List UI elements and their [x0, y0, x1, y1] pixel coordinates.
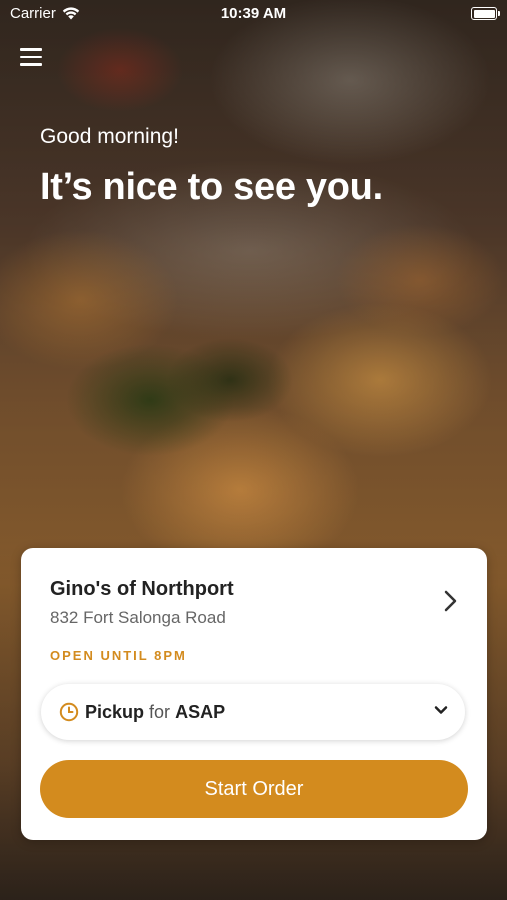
status-bar: Carrier 10:39 AM	[0, 0, 507, 28]
home-screen: Carrier 10:39 AM Good morning! It’s nice…	[0, 0, 507, 900]
clock-icon	[59, 702, 79, 722]
hamburger-menu-icon[interactable]	[20, 48, 42, 68]
store-card: Gino's of Northport 832 Fort Salonga Roa…	[21, 548, 487, 840]
order-mode: Pickup	[85, 701, 145, 722]
store-address: 832 Fort Salonga Road	[50, 608, 226, 627]
store-name[interactable]: Gino's of Northport	[50, 578, 234, 601]
start-order-button[interactable]: Start Order	[40, 760, 468, 818]
pickup-summary: Pickup for ASAP	[85, 702, 225, 723]
order-time: ASAP	[175, 701, 226, 722]
greeting-text: Good morning!	[40, 125, 179, 148]
battery-icon	[471, 7, 500, 20]
order-connector: for	[149, 701, 171, 722]
chevron-right-icon[interactable]	[439, 588, 461, 614]
chevron-down-icon	[434, 706, 448, 714]
open-status-label: OPEN UNTIL 8PM	[50, 648, 187, 663]
status-time: 10:39 AM	[220, 5, 287, 22]
headline-text: It’s nice to see you.	[40, 166, 383, 208]
pickup-time-selector[interactable]: Pickup for ASAP	[41, 684, 465, 740]
